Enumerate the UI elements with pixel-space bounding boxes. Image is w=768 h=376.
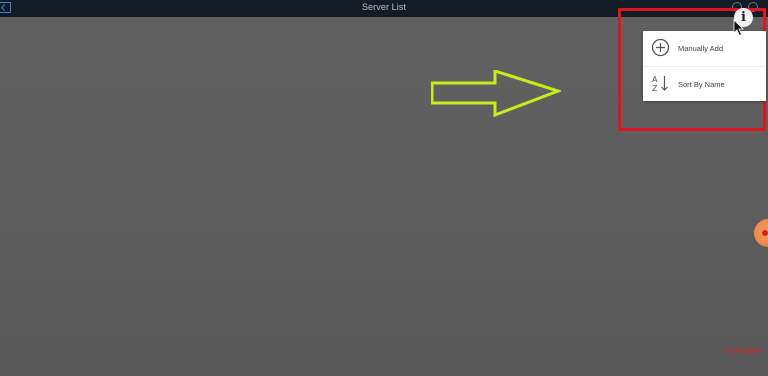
mouse-pointer-icon <box>733 19 745 37</box>
menu-item-manually-add[interactable]: Manually Add <box>643 31 766 66</box>
menu-item-label: Manually Add <box>678 44 724 53</box>
svg-text:A: A <box>652 75 658 84</box>
watermark-logo: CCTV DESK <box>725 349 763 355</box>
server-list-screen: Server List Manually Add A Z Sort By Nam… <box>0 0 768 376</box>
svg-text:Z: Z <box>652 84 658 93</box>
options-menu: Manually Add A Z Sort By Name <box>643 31 766 101</box>
floating-action-button[interactable] <box>754 219 768 247</box>
right-arrow-annotation <box>430 68 563 118</box>
add-circle-icon <box>651 38 670 57</box>
sort-az-icon: A Z <box>651 74 670 93</box>
menu-item-sort-by-name[interactable]: A Z Sort By Name <box>643 66 766 102</box>
menu-item-label: Sort By Name <box>678 80 725 89</box>
